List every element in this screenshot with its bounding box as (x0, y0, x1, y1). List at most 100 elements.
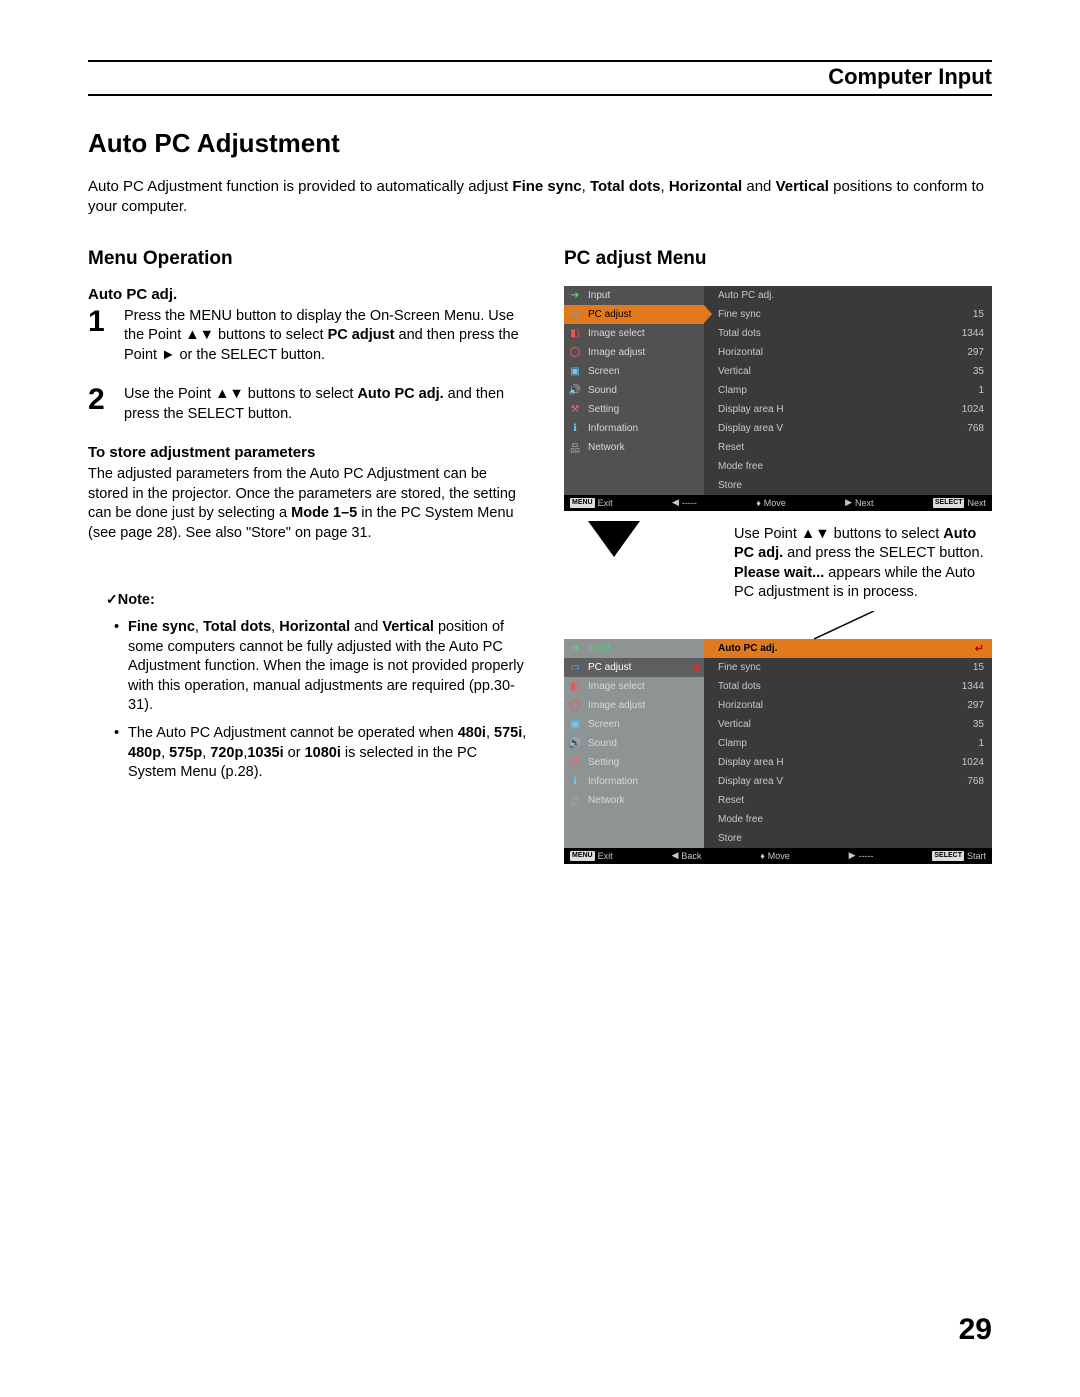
check-icon: ✓ (106, 591, 118, 607)
enter-icon: ↵ (975, 642, 984, 655)
osd-item-information[interactable]: ℹInformation (564, 772, 704, 791)
osd-item-input[interactable]: ➜Input (564, 286, 704, 305)
osd-nav-bar: MENUExit ◀Back ♦Move ▶----- SELECTStart (564, 848, 992, 864)
osd-item-sound[interactable]: 🔊Sound (564, 734, 704, 753)
image-adjust-icon (568, 698, 582, 712)
step-1: 1 Press the MENU button to display the O… (88, 307, 528, 366)
pc-adjust-icon: ▭ (568, 660, 582, 674)
osd-item-screen[interactable]: ▣Screen (564, 715, 704, 734)
osd-item-input[interactable]: ➜Input (564, 639, 704, 658)
adj-display-v[interactable]: Display area V768 (718, 419, 984, 438)
updown-arrow-icon: ♦ (760, 851, 765, 861)
screen-icon: ▣ (568, 717, 582, 731)
osd-item-screen[interactable]: ▣Screen (564, 362, 704, 381)
network-icon: 品 (568, 793, 582, 807)
right-arrow-icon: ▶ (849, 850, 856, 861)
adj-display-h[interactable]: Display area H1024 (718, 753, 984, 772)
adj-total-dots[interactable]: Total dots1344 (718, 324, 984, 343)
auto-pc-adj-label: Auto PC adj. (88, 286, 528, 303)
step-body: Press the MENU button to display the On-… (124, 307, 528, 366)
osd-sidebar: ➜Input ▭PC adjust◀ ◧Image select Image a… (564, 639, 704, 848)
osd-item-pc-adjust[interactable]: ▭PC adjust (564, 305, 704, 324)
note-block: ✓Note: • Fine sync, Total dots, Horizont… (88, 590, 528, 783)
osd-item-information[interactable]: ℹInformation (564, 419, 704, 438)
osd-menu-2: ➜Input ▭PC adjust◀ ◧Image select Image a… (564, 639, 992, 864)
osd-item-image-select[interactable]: ◧Image select (564, 324, 704, 343)
adj-clamp[interactable]: Clamp1 (718, 734, 984, 753)
osd-item-image-adjust[interactable]: Image adjust (564, 696, 704, 715)
osd-item-image-select[interactable]: ◧Image select (564, 677, 704, 696)
adj-store[interactable]: Store (718, 476, 984, 495)
setting-icon: ⚒ (568, 755, 582, 769)
adj-vertical[interactable]: Vertical35 (718, 362, 984, 381)
menu-keycap-icon: MENU (570, 498, 595, 508)
store-params-body: The adjusted parameters from the Auto PC… (88, 465, 528, 543)
intro-paragraph: Auto PC Adjustment function is provided … (88, 177, 992, 218)
adj-reset[interactable]: Reset (718, 438, 984, 457)
menu-operation-heading: Menu Operation (88, 248, 528, 270)
right-arrow-icon: ▶ (845, 497, 852, 508)
info-icon: ℹ (568, 421, 582, 435)
osd-item-setting[interactable]: ⚒Setting (564, 753, 704, 772)
osd-item-image-adjust[interactable]: Image adjust (564, 343, 704, 362)
menu-keycap-icon: MENU (570, 851, 595, 861)
left-arrow-icon: ◀ (671, 850, 678, 861)
osd-item-sound[interactable]: 🔊Sound (564, 381, 704, 400)
step-body: Use the Point ▲▼ buttons to select Auto … (124, 385, 528, 424)
osd-nav-bar: MENUExit ◀----- ♦Move ▶Next SELECTNext (564, 495, 992, 511)
adj-store[interactable]: Store (718, 829, 984, 848)
pc-adjust-icon: ▭ (568, 307, 582, 321)
osd-menu-1: ➜Input ▭PC adjust ◧Image select Image ad… (564, 286, 992, 511)
adj-display-v[interactable]: Display area V768 (718, 772, 984, 791)
adj-fine-sync[interactable]: Fine sync15 (718, 305, 984, 324)
info-icon: ℹ (568, 774, 582, 788)
osd-item-setting[interactable]: ⚒Setting (564, 400, 704, 419)
adj-fine-sync[interactable]: Fine sync15 (718, 658, 984, 677)
page-number: 29 (959, 1313, 992, 1347)
chevron-left-icon: ◀ (691, 660, 700, 674)
breadcrumb: Computer Input (88, 60, 992, 96)
image-adjust-icon (568, 345, 582, 359)
note-item: • Fine sync, Total dots, Horizontal and … (106, 618, 528, 716)
step-number: 1 (88, 307, 112, 366)
adj-auto-pc[interactable]: Auto PC adj. (718, 286, 984, 305)
left-arrow-icon: ◀ (672, 497, 679, 508)
adj-mode-free[interactable]: Mode free (718, 810, 984, 829)
setting-icon: ⚒ (568, 402, 582, 416)
sound-icon: 🔊 (568, 383, 582, 397)
adj-clamp[interactable]: Clamp1 (718, 381, 984, 400)
osd-item-network[interactable]: 品Network (564, 791, 704, 810)
adj-mode-free[interactable]: Mode free (718, 457, 984, 476)
select-keycap-icon: SELECT (932, 851, 964, 861)
adj-horizontal[interactable]: Horizontal297 (718, 696, 984, 715)
image-select-icon: ◧ (568, 326, 582, 340)
note-item: • The Auto PC Adjustment cannot be opera… (106, 724, 528, 783)
step-2: 2 Use the Point ▲▼ buttons to select Aut… (88, 385, 528, 424)
osd-item-pc-adjust[interactable]: ▭PC adjust◀ (564, 658, 704, 677)
note-title: Note: (118, 592, 155, 608)
osd-sidebar: ➜Input ▭PC adjust ◧Image select Image ad… (564, 286, 704, 495)
adj-horizontal[interactable]: Horizontal297 (718, 343, 984, 362)
updown-arrow-icon: ♦ (756, 498, 761, 508)
callout-line-icon (814, 611, 954, 641)
osd-item-network[interactable]: 品Network (564, 438, 704, 457)
input-icon: ➜ (568, 288, 582, 302)
step-number: 2 (88, 385, 112, 424)
page-title: Auto PC Adjustment (88, 128, 992, 159)
sound-icon: 🔊 (568, 736, 582, 750)
screen-icon: ▣ (568, 364, 582, 378)
pointer-line (564, 617, 992, 639)
adj-display-h[interactable]: Display area H1024 (718, 400, 984, 419)
adj-reset[interactable]: Reset (718, 791, 984, 810)
select-keycap-icon: SELECT (933, 498, 965, 508)
adj-total-dots[interactable]: Total dots1344 (718, 677, 984, 696)
image-select-icon: ◧ (568, 679, 582, 693)
network-icon: 品 (568, 440, 582, 454)
store-params-heading: To store adjustment parameters (88, 444, 528, 461)
input-icon: ➜ (568, 641, 582, 655)
osd-detail: Auto PC adj. Fine sync15 Total dots1344 … (704, 286, 992, 495)
osd-caption: Use Point ▲▼ buttons to select Auto PC a… (734, 525, 992, 603)
pc-adjust-menu-heading: PC adjust Menu (564, 248, 992, 270)
adj-auto-pc[interactable]: Auto PC adj.↵ (704, 639, 992, 658)
adj-vertical[interactable]: Vertical35 (718, 715, 984, 734)
